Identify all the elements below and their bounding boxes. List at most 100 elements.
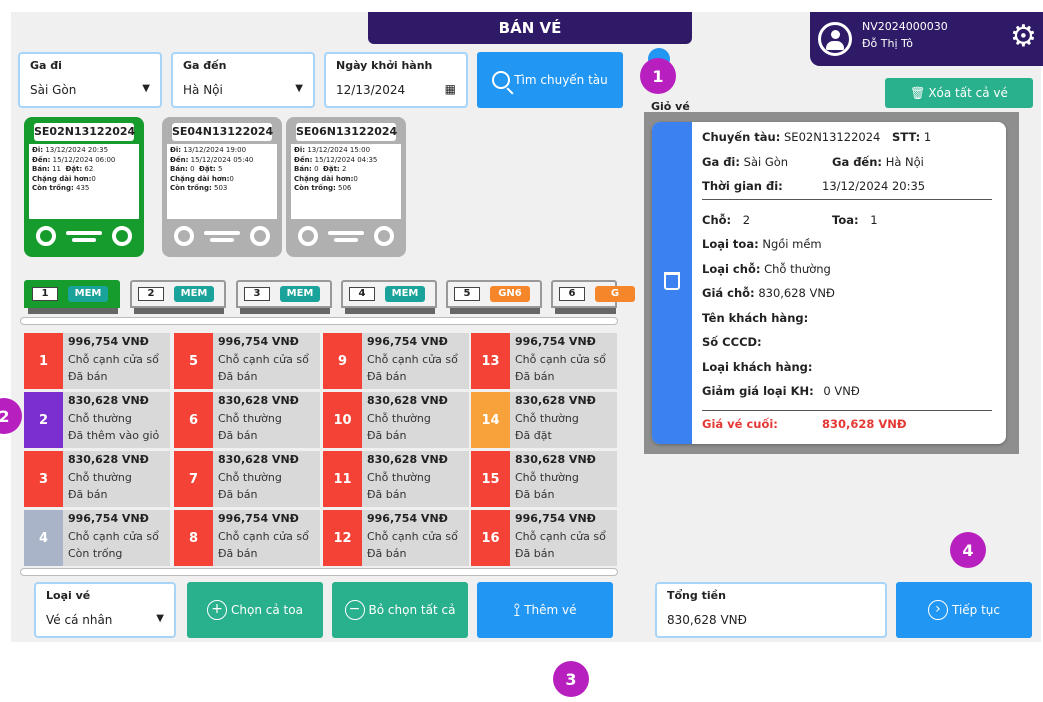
- ticket-type-select[interactable]: Loại vé Vé cá nhân ▼: [34, 582, 176, 638]
- car-type-badge: MEM: [280, 286, 320, 302]
- seat-number: 5: [174, 333, 213, 389]
- seat-tile[interactable]: 10 830,628 VNĐ Chỗ thường Đã bán: [323, 392, 469, 448]
- train-info: Đi: 13/12/2024 15:00 Đến: 15/12/2024 04:3…: [291, 144, 401, 219]
- ticket-discount-line: Giảm giá loại KH: 0 VNĐ: [702, 384, 860, 398]
- ticket-car-value: 1: [870, 213, 878, 227]
- seat-price: 830,628 VNĐ: [68, 394, 149, 407]
- train-booked-count: 2: [341, 165, 347, 174]
- clear-all-tickets-button[interactable]: 🗑 Xóa tất cả vé: [885, 78, 1033, 108]
- train-longer-label: Chặng dài hơn:: [170, 174, 230, 183]
- car-tab[interactable]: 4 MEM: [341, 280, 437, 314]
- car-number: 4: [349, 287, 375, 301]
- chevron-down-icon: ▼: [142, 83, 150, 94]
- car-base: [345, 308, 436, 314]
- car-tab[interactable]: 1 MEM: [24, 280, 120, 314]
- train-arrive-time: 15/12/2024 04:35: [314, 155, 378, 164]
- car-base: [240, 308, 331, 314]
- departure-date-picker[interactable]: Ngày khởi hành 12/13/2024 ▦: [324, 52, 468, 108]
- ticket-seat-type-value: Chỗ thường: [764, 262, 831, 276]
- car-tabs-scrollbar[interactable]: [20, 317, 618, 325]
- ticket-customer-name-label: Tên khách hàng:: [702, 311, 809, 325]
- continue-button[interactable]: › Tiếp tục: [896, 582, 1032, 638]
- seat-tile[interactable]: 16 996,754 VNĐ Chỗ cạnh cửa sổ Đã bán: [471, 510, 617, 566]
- car-base: [134, 308, 225, 314]
- seat-number: 9: [323, 333, 362, 389]
- trash-icon[interactable]: [664, 272, 680, 290]
- ticket-delete-strip[interactable]: [652, 122, 692, 444]
- train-code: SE02N13122024: [34, 123, 135, 141]
- ticket-seat-value: 2: [742, 213, 751, 227]
- add-ticket-button[interactable]: ⟟ Thêm vé: [477, 582, 613, 638]
- ticket-to-value: Hà Nội: [885, 155, 924, 169]
- user-avatar-icon[interactable]: [818, 22, 852, 56]
- seat-status: Đã bán: [515, 547, 555, 560]
- train-sold-count: 0: [190, 165, 195, 174]
- train-free-count: 503: [214, 184, 228, 193]
- seat-tile[interactable]: 14 830,628 VNĐ Chỗ thường Đã đặt: [471, 392, 617, 448]
- page-title-text: BÁN VÉ: [498, 19, 562, 37]
- seat-kind: Chỗ thường: [68, 412, 132, 425]
- search-trains-button[interactable]: Tìm chuyến tàu: [477, 52, 623, 108]
- seat-kind: Chỗ cạnh cửa sổ: [218, 353, 309, 366]
- seat-price: 830,628 VNĐ: [68, 453, 149, 466]
- minus-circle-icon: −: [344, 600, 365, 620]
- seat-status: Đã bán: [515, 488, 555, 501]
- car-number: 1: [32, 287, 58, 301]
- ticket-from-value: Sài Gòn: [743, 155, 789, 169]
- train-depart-time: 13/12/2024 19:00: [183, 146, 247, 154]
- train-card[interactable]: SE06N13122024 Đi: 13/12/2024 15:00 Đến: 15…: [286, 117, 406, 257]
- ticket-discount-label: Giảm giá loại KH:: [702, 384, 814, 398]
- to-station-select[interactable]: Ga đến Hà Nội ▼: [171, 52, 315, 108]
- ticket-seat-type-label: Loại chỗ:: [702, 262, 761, 276]
- seat-tile[interactable]: 2 830,628 VNĐ Chỗ thường Đã thêm vào giỏ: [24, 392, 170, 448]
- car-tab[interactable]: 6G: [551, 280, 635, 314]
- to-station-label: Ga đến: [183, 59, 227, 72]
- seat-tile[interactable]: 12 996,754 VNĐ Chỗ cạnh cửa sổ Đã bán: [323, 510, 469, 566]
- deselect-all-button[interactable]: − Bỏ chọn tất cả: [332, 582, 468, 638]
- seat-tile[interactable]: 3 830,628 VNĐ Chỗ thường Đã bán: [24, 451, 170, 507]
- seat-tile[interactable]: 8 996,754 VNĐ Chỗ cạnh cửa sổ Đã bán: [174, 510, 320, 566]
- seat-tile[interactable]: 13 996,754 VNĐ Chỗ cạnh cửa sổ Đã bán: [471, 333, 617, 389]
- seat-tile[interactable]: 5 996,754 VNĐ Chỗ cạnh cửa sổ Đã bán: [174, 333, 320, 389]
- seat-status: Đã bán: [218, 547, 258, 560]
- ticket-discount-value: 0 VNĐ: [823, 384, 860, 398]
- ticket-to-line: Ga đến: Hà Nội: [832, 155, 924, 169]
- from-station-value: Sài Gòn: [30, 83, 77, 97]
- train-depart-time: 13/12/2024 20:35: [45, 146, 109, 154]
- seat-status: Còn trống: [68, 547, 123, 560]
- train-booked-label: Đặt:: [65, 165, 83, 174]
- annotation-marker-3: 3: [553, 661, 589, 697]
- seat-kind: Chỗ thường: [515, 471, 579, 484]
- seat-tile[interactable]: 4 996,754 VNĐ Chỗ cạnh cửa sổ Còn trống: [24, 510, 170, 566]
- seat-number: 8: [174, 510, 213, 566]
- seat-tile[interactable]: 6 830,628 VNĐ Chỗ thường Đã bán: [174, 392, 320, 448]
- train-depart-label: Đi:: [32, 146, 44, 154]
- car-tab[interactable]: 5 GN6: [446, 280, 542, 314]
- train-wheels-icon: [294, 223, 398, 249]
- train-free-count: 435: [76, 184, 90, 193]
- seat-tile[interactable]: 1 996,754 VNĐ Chỗ cạnh cửa sổ Đã bán: [24, 333, 170, 389]
- calendar-icon[interactable]: ▦: [445, 82, 456, 96]
- seat-tile[interactable]: 11 830,628 VNĐ Chỗ thường Đã bán: [323, 451, 469, 507]
- select-all-car-button[interactable]: + Chọn cả toa: [187, 582, 323, 638]
- seat-tile[interactable]: 15 830,628 VNĐ Chỗ thường Đã bán: [471, 451, 617, 507]
- train-card[interactable]: SE04N13122024 Đi: 13/12/2024 19:00 Đến: 15…: [162, 117, 282, 257]
- seat-number: 7: [174, 451, 213, 507]
- seat-number: 11: [323, 451, 362, 507]
- seat-price: 830,628 VNĐ: [367, 394, 448, 407]
- seat-grid-scrollbar[interactable]: [20, 568, 618, 576]
- train-card[interactable]: SE02N13122024 Đi: 13/12/2024 20:35 Đến: 15…: [24, 117, 144, 257]
- seat-price: 830,628 VNĐ: [218, 394, 299, 407]
- search-icon: [492, 71, 511, 89]
- seat-price: 996,754 VNĐ: [367, 335, 448, 348]
- car-tab[interactable]: 3 MEM: [236, 280, 332, 314]
- ticket-cccd-label: Số CCCD:: [702, 335, 762, 349]
- ticket-card: Chuyến tàu: SE02N13122024 STT: 1 Ga đi: …: [652, 122, 1006, 444]
- seat-kind: Chỗ thường: [218, 412, 282, 425]
- seat-tile[interactable]: 7 830,628 VNĐ Chỗ thường Đã bán: [174, 451, 320, 507]
- from-station-select[interactable]: Ga đi Sài Gòn ▼: [18, 52, 162, 108]
- car-tab[interactable]: 2 MEM: [130, 280, 226, 314]
- seat-tile[interactable]: 9 996,754 VNĐ Chỗ cạnh cửa sổ Đã bán: [323, 333, 469, 389]
- train-wheels-icon: [170, 223, 274, 249]
- settings-gear-icon[interactable]: ⚙: [1010, 22, 1037, 52]
